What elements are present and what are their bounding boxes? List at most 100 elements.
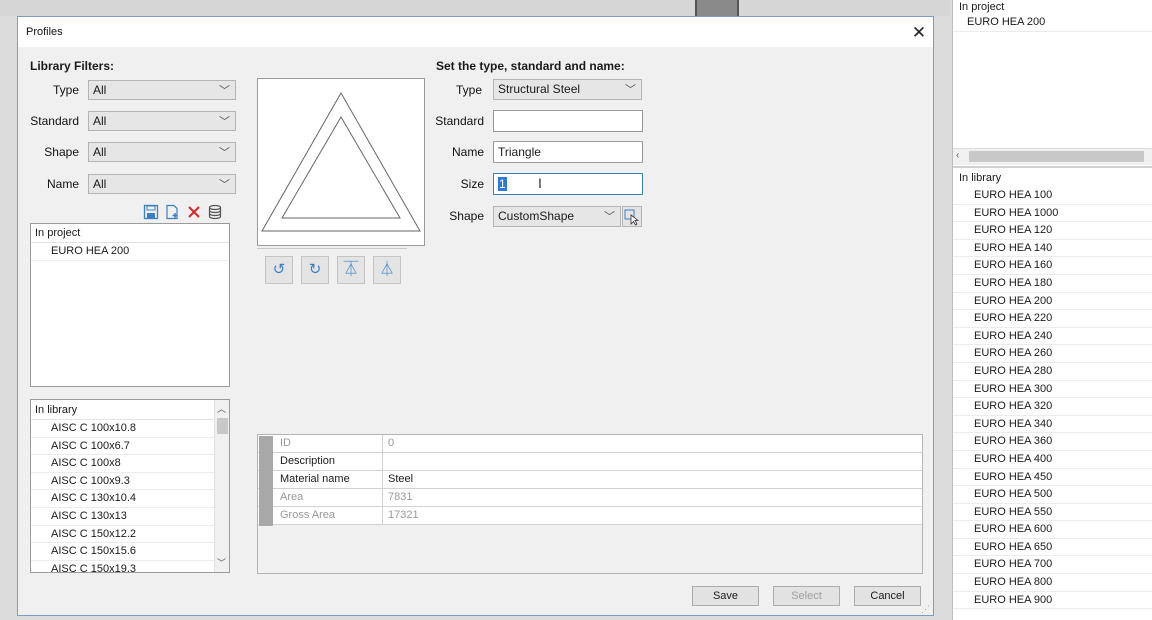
side-library-header: In library [959, 172, 1002, 184]
list-item[interactable]: EURO HEA 120 [953, 222, 1152, 240]
mirror-vertical-button[interactable]: ⏃ [373, 256, 401, 284]
cancel-button[interactable]: Cancel [854, 586, 921, 606]
mirror-horizontal-button[interactable]: ⏄ [337, 256, 365, 284]
name-field[interactable]: Triangle [493, 141, 643, 163]
list-item[interactable]: EURO HEA 300 [953, 381, 1152, 399]
list-item[interactable]: AISC C 150x19.3 [31, 561, 229, 572]
list-item[interactable]: EURO HEA 320 [953, 398, 1152, 416]
chevron-down-icon: ﹀ [219, 116, 230, 128]
set-form-heading: Set the type, standard and name: [436, 59, 625, 73]
name-label: Name [451, 145, 484, 159]
size-field[interactable]: 1 I [493, 173, 643, 195]
scroll-down-icon[interactable]: ﹀ [217, 556, 226, 569]
mirror-vertical-icon: ⏃ [379, 261, 395, 278]
list-item[interactable]: EURO HEA 500 [953, 486, 1152, 504]
property-row[interactable]: ID 0 [258, 435, 922, 453]
property-value: 0 [388, 437, 395, 449]
property-key: Gross Area [280, 509, 336, 521]
scroll-left-icon[interactable]: ‹ [956, 150, 959, 161]
list-item[interactable]: EURO HEA 550 [953, 504, 1152, 522]
scroll-up-icon[interactable]: ︿ [217, 402, 226, 415]
list-item[interactable]: EURO HEA 240 [953, 328, 1152, 346]
list-item[interactable]: EURO HEA 400 [953, 451, 1152, 469]
filter-shape-select[interactable]: All ﹀ [88, 142, 236, 162]
list-item[interactable]: EURO HEA 200 [953, 14, 1152, 32]
list-item[interactable]: EURO HEA 280 [953, 363, 1152, 381]
project-list-header: In project [31, 224, 229, 243]
library-list-items: AISC C 100x10.8 AISC C 100x6.7 AISC C 100x… [31, 420, 229, 572]
library-profile-list[interactable]: In library AISC C 100x10.8 AISC C 100x6.7… [30, 399, 230, 573]
save-icon[interactable] [143, 204, 159, 220]
side-project-list[interactable]: In project EURO HEA 200 ‹ [953, 0, 1152, 165]
list-item[interactable]: EURO HEA 1000 [953, 205, 1152, 223]
property-value: Steel [388, 473, 414, 485]
divider [382, 489, 383, 507]
list-item[interactable]: EURO HEA 600 [953, 521, 1152, 539]
filter-standard-label: Standard [30, 114, 79, 128]
save-button[interactable]: Save [692, 586, 759, 606]
new-file-icon[interactable] [164, 204, 180, 220]
list-item[interactable]: EURO HEA 200 [953, 293, 1152, 311]
property-row[interactable]: Area 7831 [258, 489, 922, 507]
property-row[interactable]: Description [258, 453, 922, 471]
side-library-list[interactable]: In library EURO HEA 100 EURO HEA 1000 EURO… [953, 171, 1152, 620]
list-item[interactable]: EURO HEA 160 [953, 257, 1152, 275]
background-column-shape [695, 0, 739, 16]
list-item[interactable]: EURO HEA 700 [953, 556, 1152, 575]
size-label: Size [460, 177, 484, 191]
side-project-header: In project [959, 1, 1005, 13]
divider [257, 248, 407, 249]
text-cursor-icon: I [538, 175, 542, 191]
list-item[interactable]: EURO HEA 900 [953, 592, 1152, 610]
list-item[interactable]: EURO HEA 800 [953, 574, 1152, 592]
property-key: ID [280, 437, 291, 449]
rotate-right-button[interactable]: ↻ [301, 256, 329, 284]
rotate-left-button[interactable]: ↺ [265, 256, 293, 284]
vertical-scrollbar[interactable]: ︿ ﹀ [214, 400, 229, 572]
type-select[interactable]: Structural Steel ﹀ [493, 79, 642, 100]
select-button[interactable]: Select [773, 586, 840, 606]
list-item[interactable]: EURO HEA 100 [953, 187, 1152, 205]
filter-name-value: All [93, 177, 107, 191]
mirror-horizontal-icon: ⏄ [343, 261, 359, 278]
property-row[interactable]: Material name Steel [258, 471, 922, 489]
pick-shape-button[interactable] [622, 206, 642, 227]
delete-icon[interactable] [186, 204, 202, 220]
list-item[interactable]: AISC C 150x12.2 [31, 526, 229, 544]
scrollbar-thumb[interactable] [217, 418, 228, 434]
list-item[interactable]: EURO HEA 450 [953, 469, 1152, 487]
scrollbar-thumb[interactable] [969, 151, 1144, 162]
property-row[interactable]: Gross Area 17321 [258, 507, 922, 525]
list-item[interactable]: AISC C 100x10.8 [31, 420, 229, 438]
filter-name-select[interactable]: All ﹀ [88, 174, 236, 194]
list-item[interactable]: AISC C 130x10.4 [31, 490, 229, 508]
list-item[interactable]: EURO HEA 260 [953, 345, 1152, 363]
filter-type-select[interactable]: All ﹀ [88, 80, 236, 100]
list-item[interactable]: EURO HEA 140 [953, 240, 1152, 258]
horizontal-scrollbar[interactable]: ‹ [953, 148, 1152, 165]
list-item[interactable]: EURO HEA 360 [953, 433, 1152, 451]
shape-select[interactable]: CustomShape ﹀ [493, 206, 621, 227]
list-item[interactable]: EURO HEA 650 [953, 539, 1152, 557]
list-item[interactable]: AISC C 100x6.7 [31, 438, 229, 456]
filter-standard-select[interactable]: All ﹀ [88, 111, 236, 131]
list-item[interactable]: EURO HEA 340 [953, 416, 1152, 434]
properties-gutter [259, 436, 273, 526]
list-item[interactable]: AISC C 130x13 [31, 508, 229, 526]
standard-label: Standard [435, 114, 484, 128]
close-button[interactable]: ✕ [906, 22, 932, 44]
list-item[interactable]: AISC C 100x9.3 [31, 473, 229, 491]
property-value: 7831 [388, 491, 413, 503]
property-value: 17321 [388, 509, 419, 521]
list-item[interactable]: EURO HEA 200 [31, 243, 229, 261]
resize-grip-icon[interactable]: ⋰ [921, 604, 930, 615]
divider [382, 435, 383, 453]
chevron-down-icon: ﹀ [219, 147, 230, 159]
database-icon[interactable] [207, 204, 223, 220]
list-item[interactable]: AISC C 150x15.6 [31, 543, 229, 561]
list-item[interactable]: EURO HEA 220 [953, 310, 1152, 328]
project-profile-list[interactable]: In project EURO HEA 200 [30, 223, 230, 387]
list-item[interactable]: EURO HEA 180 [953, 275, 1152, 293]
standard-field[interactable] [493, 110, 643, 132]
list-item[interactable]: AISC C 100x8 [31, 455, 229, 473]
